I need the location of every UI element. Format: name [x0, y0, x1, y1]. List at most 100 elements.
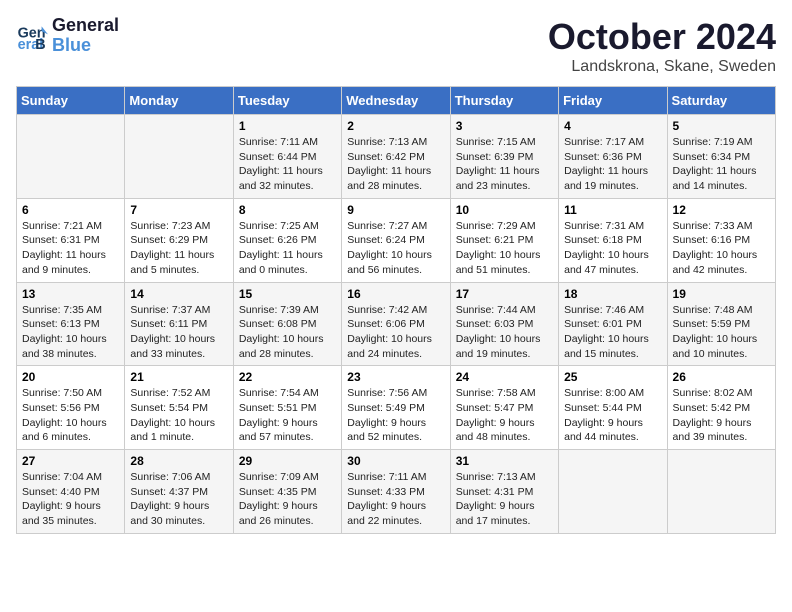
calendar-cell: 3 Sunrise: 7:15 AM Sunset: 6:39 PM Daylig… — [450, 115, 558, 199]
svg-text:B: B — [35, 37, 45, 52]
day-number: 7 — [130, 203, 227, 217]
day-number: 2 — [347, 119, 444, 133]
calendar-table: SundayMondayTuesdayWednesdayThursdayFrid… — [16, 86, 776, 534]
day-number: 1 — [239, 119, 336, 133]
day-number: 23 — [347, 370, 444, 384]
calendar-cell: 24 Sunrise: 7:58 AM Sunset: 5:47 PM Dayli… — [450, 366, 558, 450]
day-info: Sunrise: 7:52 AM Sunset: 5:54 PM Dayligh… — [130, 386, 227, 445]
day-number: 20 — [22, 370, 119, 384]
day-number: 22 — [239, 370, 336, 384]
day-info: Sunrise: 7:17 AM Sunset: 6:36 PM Dayligh… — [564, 135, 661, 194]
month-title: October 2024 — [548, 16, 776, 58]
day-info: Sunrise: 7:25 AM Sunset: 6:26 PM Dayligh… — [239, 219, 336, 278]
calendar-cell — [667, 450, 775, 534]
calendar-cell: 17 Sunrise: 7:44 AM Sunset: 6:03 PM Dayli… — [450, 282, 558, 366]
day-number: 5 — [673, 119, 770, 133]
calendar-cell: 1 Sunrise: 7:11 AM Sunset: 6:44 PM Daylig… — [233, 115, 341, 199]
day-number: 12 — [673, 203, 770, 217]
day-number: 26 — [673, 370, 770, 384]
calendar-cell: 10 Sunrise: 7:29 AM Sunset: 6:21 PM Dayli… — [450, 198, 558, 282]
header-friday: Friday — [559, 87, 667, 115]
calendar-cell: 21 Sunrise: 7:52 AM Sunset: 5:54 PM Dayli… — [125, 366, 233, 450]
calendar-week-row: 13 Sunrise: 7:35 AM Sunset: 6:13 PM Dayli… — [17, 282, 776, 366]
calendar-cell: 29 Sunrise: 7:09 AM Sunset: 4:35 PM Dayli… — [233, 450, 341, 534]
day-number: 30 — [347, 454, 444, 468]
header-sunday: Sunday — [17, 87, 125, 115]
day-number: 6 — [22, 203, 119, 217]
day-info: Sunrise: 8:00 AM Sunset: 5:44 PM Dayligh… — [564, 386, 661, 445]
day-info: Sunrise: 7:29 AM Sunset: 6:21 PM Dayligh… — [456, 219, 553, 278]
day-info: Sunrise: 7:11 AM Sunset: 6:44 PM Dayligh… — [239, 135, 336, 194]
page-header: Gen eral B General Blue October 2024 Lan… — [16, 16, 776, 76]
calendar-cell: 31 Sunrise: 7:13 AM Sunset: 4:31 PM Dayli… — [450, 450, 558, 534]
calendar-cell: 2 Sunrise: 7:13 AM Sunset: 6:42 PM Daylig… — [342, 115, 450, 199]
location: Landskrona, Skane, Sweden — [548, 58, 776, 76]
calendar-cell: 27Sunrise: 7:04 AM Sunset: 4:40 PM Dayli… — [17, 450, 125, 534]
day-number: 19 — [673, 287, 770, 301]
day-info: Sunrise: 7:13 AM Sunset: 4:31 PM Dayligh… — [456, 470, 553, 529]
calendar-cell: 7 Sunrise: 7:23 AM Sunset: 6:29 PM Daylig… — [125, 198, 233, 282]
day-info: Sunrise: 7:39 AM Sunset: 6:08 PM Dayligh… — [239, 303, 336, 362]
day-number: 4 — [564, 119, 661, 133]
header-monday: Monday — [125, 87, 233, 115]
logo-icon: Gen eral B — [16, 20, 48, 52]
calendar-cell: 22Sunrise: 7:54 AM Sunset: 5:51 PM Dayli… — [233, 366, 341, 450]
calendar-cell: 6 Sunrise: 7:21 AM Sunset: 6:31 PM Daylig… — [17, 198, 125, 282]
day-info: Sunrise: 7:44 AM Sunset: 6:03 PM Dayligh… — [456, 303, 553, 362]
calendar-cell: 9Sunrise: 7:27 AM Sunset: 6:24 PM Daylig… — [342, 198, 450, 282]
calendar-cell: 8 Sunrise: 7:25 AM Sunset: 6:26 PM Daylig… — [233, 198, 341, 282]
day-info: Sunrise: 7:04 AM Sunset: 4:40 PM Dayligh… — [22, 470, 119, 529]
day-info: Sunrise: 7:15 AM Sunset: 6:39 PM Dayligh… — [456, 135, 553, 194]
calendar-cell: 30Sunrise: 7:11 AM Sunset: 4:33 PM Dayli… — [342, 450, 450, 534]
day-number: 13 — [22, 287, 119, 301]
header-saturday: Saturday — [667, 87, 775, 115]
day-number: 15 — [239, 287, 336, 301]
day-number: 11 — [564, 203, 661, 217]
day-info: Sunrise: 7:31 AM Sunset: 6:18 PM Dayligh… — [564, 219, 661, 278]
header-wednesday: Wednesday — [342, 87, 450, 115]
logo-text-line1: General — [52, 16, 119, 36]
day-number: 17 — [456, 287, 553, 301]
day-info: Sunrise: 7:46 AM Sunset: 6:01 PM Dayligh… — [564, 303, 661, 362]
day-number: 21 — [130, 370, 227, 384]
calendar-cell: 11 Sunrise: 7:31 AM Sunset: 6:18 PM Dayli… — [559, 198, 667, 282]
calendar-cell: 15 Sunrise: 7:39 AM Sunset: 6:08 PM Dayli… — [233, 282, 341, 366]
day-info: Sunrise: 7:56 AM Sunset: 5:49 PM Dayligh… — [347, 386, 444, 445]
day-info: Sunrise: 7:21 AM Sunset: 6:31 PM Dayligh… — [22, 219, 119, 278]
day-info: Sunrise: 7:35 AM Sunset: 6:13 PM Dayligh… — [22, 303, 119, 362]
calendar-cell: 28Sunrise: 7:06 AM Sunset: 4:37 PM Dayli… — [125, 450, 233, 534]
day-info: Sunrise: 7:42 AM Sunset: 6:06 PM Dayligh… — [347, 303, 444, 362]
day-number: 31 — [456, 454, 553, 468]
calendar-cell: 20 Sunrise: 7:50 AM Sunset: 5:56 PM Dayli… — [17, 366, 125, 450]
calendar-cell: 12 Sunrise: 7:33 AM Sunset: 6:16 PM Dayli… — [667, 198, 775, 282]
day-info: Sunrise: 7:50 AM Sunset: 5:56 PM Dayligh… — [22, 386, 119, 445]
header-thursday: Thursday — [450, 87, 558, 115]
day-info: Sunrise: 7:13 AM Sunset: 6:42 PM Dayligh… — [347, 135, 444, 194]
calendar-cell: 19 Sunrise: 7:48 AM Sunset: 5:59 PM Dayli… — [667, 282, 775, 366]
calendar-cell — [125, 115, 233, 199]
day-number: 8 — [239, 203, 336, 217]
calendar-header-row: SundayMondayTuesdayWednesdayThursdayFrid… — [17, 87, 776, 115]
day-info: Sunrise: 7:33 AM Sunset: 6:16 PM Dayligh… — [673, 219, 770, 278]
calendar-cell: 4 Sunrise: 7:17 AM Sunset: 6:36 PM Daylig… — [559, 115, 667, 199]
day-number: 29 — [239, 454, 336, 468]
calendar-cell: 5 Sunrise: 7:19 AM Sunset: 6:34 PM Daylig… — [667, 115, 775, 199]
day-info: Sunrise: 7:58 AM Sunset: 5:47 PM Dayligh… — [456, 386, 553, 445]
calendar-week-row: 27Sunrise: 7:04 AM Sunset: 4:40 PM Dayli… — [17, 450, 776, 534]
day-number: 24 — [456, 370, 553, 384]
day-info: Sunrise: 8:02 AM Sunset: 5:42 PM Dayligh… — [673, 386, 770, 445]
day-number: 14 — [130, 287, 227, 301]
day-number: 3 — [456, 119, 553, 133]
day-number: 9 — [347, 203, 444, 217]
day-number: 25 — [564, 370, 661, 384]
day-info: Sunrise: 7:19 AM Sunset: 6:34 PM Dayligh… — [673, 135, 770, 194]
day-info: Sunrise: 7:06 AM Sunset: 4:37 PM Dayligh… — [130, 470, 227, 529]
day-info: Sunrise: 7:23 AM Sunset: 6:29 PM Dayligh… — [130, 219, 227, 278]
title-block: October 2024 Landskrona, Skane, Sweden — [548, 16, 776, 76]
day-info: Sunrise: 7:48 AM Sunset: 5:59 PM Dayligh… — [673, 303, 770, 362]
day-info: Sunrise: 7:09 AM Sunset: 4:35 PM Dayligh… — [239, 470, 336, 529]
day-info: Sunrise: 7:37 AM Sunset: 6:11 PM Dayligh… — [130, 303, 227, 362]
calendar-cell: 26 Sunrise: 8:02 AM Sunset: 5:42 PM Dayli… — [667, 366, 775, 450]
day-number: 10 — [456, 203, 553, 217]
calendar-cell — [17, 115, 125, 199]
